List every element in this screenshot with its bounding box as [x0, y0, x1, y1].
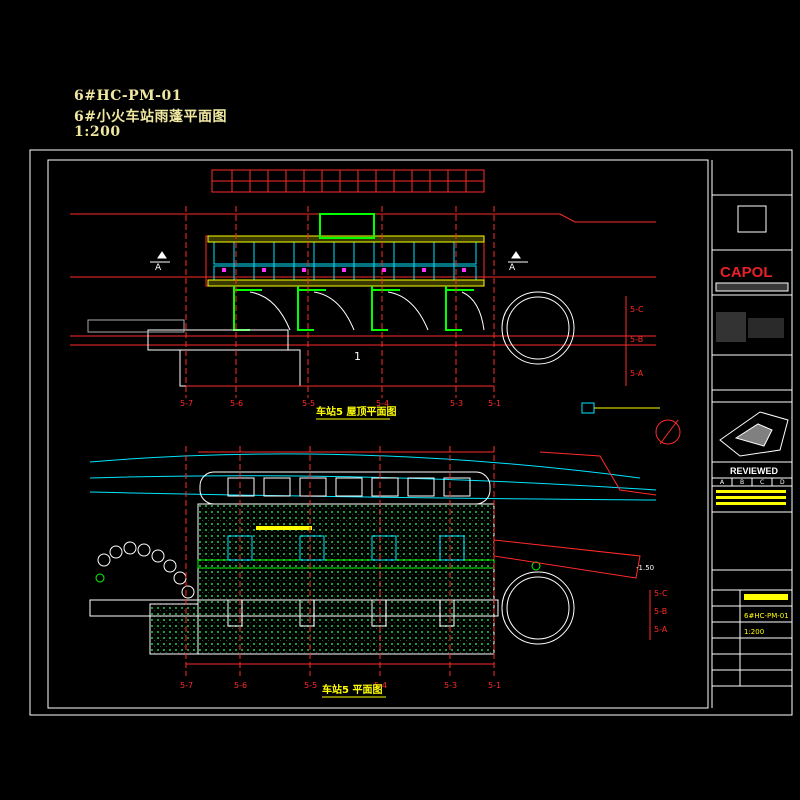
north-arrow-icon [655, 419, 681, 445]
roundabout-top [501, 291, 575, 365]
canopy-outline [205, 235, 485, 287]
svg-text:5-A: 5-A [654, 625, 668, 634]
svg-text:5-A: 5-A [630, 369, 644, 378]
roundabout-bottom [501, 571, 575, 645]
svg-text:5-5: 5-5 [304, 681, 317, 690]
svg-text:5-7: 5-7 [180, 681, 193, 690]
skylight [319, 213, 375, 239]
svg-text:5-7: 5-7 [180, 399, 193, 408]
roof-plan: 1 A A [70, 169, 660, 414]
title-block-scale: 1:200 [744, 628, 764, 636]
svg-text:5-3: 5-3 [444, 681, 457, 690]
section-marker-1: 1 [354, 350, 361, 363]
capol-logo-bar [715, 282, 789, 292]
svg-text:5-C: 5-C [630, 305, 644, 314]
title-block-drawing-no: 6#HC-PM-01 [744, 612, 789, 620]
svg-text:A: A [720, 479, 725, 486]
svg-text:C: C [760, 479, 764, 486]
capol-logo: CAPOL [720, 264, 773, 281]
top-right-axis-labels: 5-C 5-B 5-A [630, 305, 644, 378]
svg-text:5-3: 5-3 [450, 399, 463, 408]
svg-text:5-6: 5-6 [230, 399, 243, 408]
svg-text:B: B [740, 479, 744, 486]
tree-symbols [97, 541, 195, 599]
svg-text:5-B: 5-B [654, 607, 667, 616]
svg-text:5-5: 5-5 [302, 399, 315, 408]
svg-text:5-C: 5-C [654, 589, 668, 598]
reviewed-label: REVIEWED [730, 466, 779, 476]
svg-text:5-B: 5-B [630, 335, 643, 344]
cad-drawing: 1 A A 车站5 屋顶平面图 5-7 5-6 5-5 5-4 5-3 5-1 … [29, 149, 793, 716]
top-dimension-ticks [212, 170, 484, 192]
section-marker-a-right: A [509, 263, 516, 273]
svg-text:5-4: 5-4 [376, 399, 389, 408]
elevation-label: -1.50 [636, 564, 654, 572]
svg-text:5-6: 5-6 [234, 681, 247, 690]
svg-text:D: D [780, 479, 785, 486]
svg-text:5-1: 5-1 [488, 681, 501, 690]
section-marker-a-left: A [155, 263, 162, 273]
ground-plan-title: 车站5 平面图 [322, 683, 382, 696]
ground-plan [89, 446, 657, 676]
svg-text:5-1: 5-1 [488, 399, 501, 408]
bottom-right-axis-labels: 5-C 5-B 5-A [654, 589, 668, 634]
